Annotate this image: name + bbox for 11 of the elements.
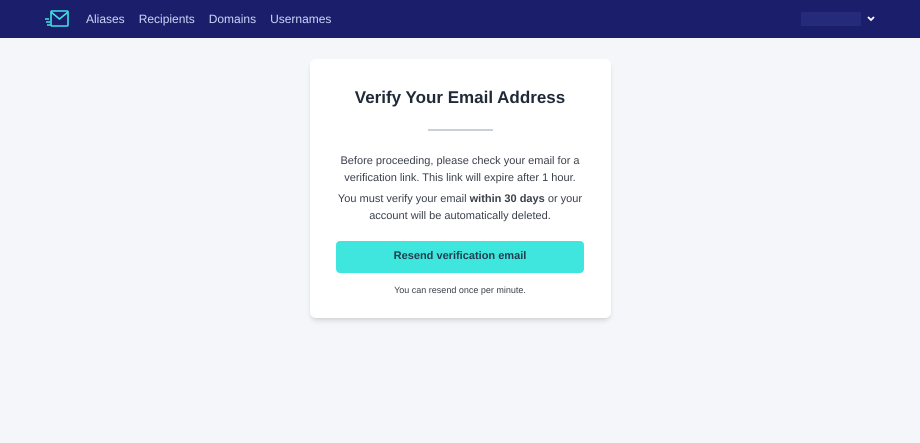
resend-note: You can resend once per minute.: [394, 284, 526, 297]
envelope-logo-icon[interactable]: [45, 10, 69, 28]
nav-link[interactable]: Usernames: [270, 10, 332, 28]
nav-link[interactable]: Domains: [208, 10, 256, 28]
nav-link[interactable]: Recipients: [138, 10, 195, 28]
chevron-down-icon[interactable]: [867, 16, 875, 22]
card-title: Verify Your Email Address: [354, 87, 566, 109]
nav-link[interactable]: Aliases: [86, 10, 125, 28]
body-paragraph: You must verify your email within 30 days or your account will be automatically deleted.: [336, 192, 584, 224]
body-paragraph: Before proceeding, please check your email for a verification link. This link will expire after 1 hour.: [339, 154, 581, 186]
resend-button[interactable]: Resend verification email: [336, 240, 584, 272]
